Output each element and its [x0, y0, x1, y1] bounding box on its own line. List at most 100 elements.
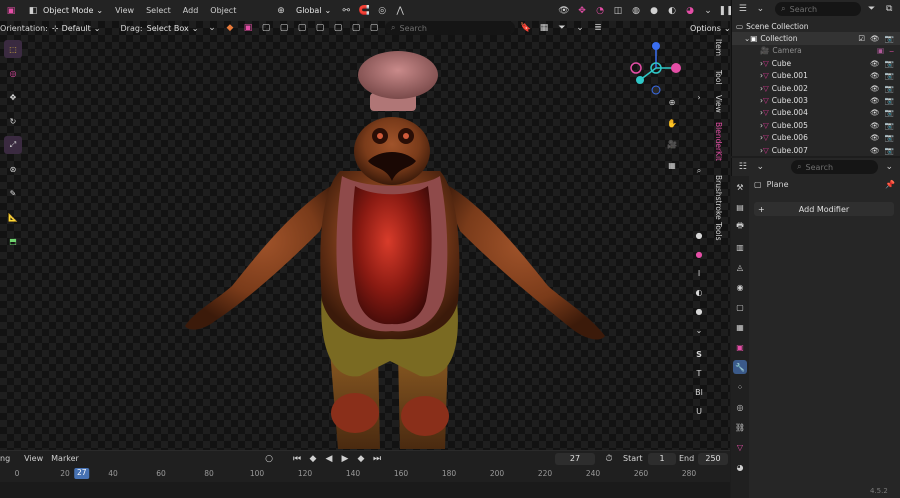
chevron-down-icon[interactable]: ⌄ — [701, 4, 715, 18]
addon-icon-6[interactable]: ▢ — [313, 21, 327, 35]
eye-icon[interactable]: 👁 — [870, 146, 880, 155]
side-label-bl[interactable]: Bl — [692, 385, 706, 399]
object-tab-icon[interactable]: ▣ — [733, 340, 747, 354]
addon-icon-4[interactable]: ▢ — [277, 21, 291, 35]
stopwatch-icon[interactable]: ⏱ — [602, 452, 616, 466]
side-label-t[interactable]: T — [692, 366, 706, 380]
addon-icon-1[interactable]: ◆ — [223, 21, 237, 35]
tab-brushstroke-tools[interactable]: Brushstroke Tools — [712, 172, 723, 244]
outliner-editor-icon[interactable]: ☰ — [736, 2, 750, 16]
addon-icon-2[interactable]: ▣ — [241, 21, 255, 35]
camera-render-icon[interactable]: 📷 — [885, 59, 894, 68]
current-frame-field[interactable]: 27 — [555, 452, 595, 465]
tab-item[interactable]: Item — [712, 36, 723, 59]
addon-icon-8[interactable]: ▢ — [349, 21, 363, 35]
constraints-tab-icon[interactable]: ⛓ — [733, 420, 747, 434]
camera-view-icon[interactable]: 🎥 — [664, 136, 680, 152]
move-tool-icon[interactable]: ✥ — [4, 88, 22, 106]
properties-editor-icon[interactable]: ☷ — [736, 160, 750, 174]
shading-rendered-icon[interactable]: ◕ — [683, 4, 697, 18]
eye-icon[interactable]: 👁 — [870, 59, 880, 68]
list-icon[interactable]: ≣ — [591, 21, 605, 35]
editor-type-icon[interactable]: ▣ — [4, 4, 18, 18]
shading-solid-icon[interactable]: ● — [647, 4, 661, 18]
jump-end-icon[interactable]: ⏭ — [370, 452, 384, 466]
shading-material-icon[interactable]: ◐ — [665, 4, 679, 18]
addon-icon-3[interactable]: ▢ — [259, 21, 273, 35]
outliner-item-cube-007[interactable]: › ▽ Cube.007 👁 📷 — [732, 144, 900, 156]
eye-icon[interactable]: 👁 — [870, 121, 880, 130]
tab-view[interactable]: View — [712, 92, 723, 116]
shading-wire-icon[interactable]: ◍ — [629, 4, 643, 18]
outliner-item-cube-001[interactable]: › ▽ Cube.001 👁 📷 — [732, 70, 900, 82]
eye-icon[interactable]: 👁 — [870, 34, 880, 43]
collapse-icon[interactable]: ⌄ — [692, 323, 706, 337]
texture-tab-icon[interactable]: ▦ — [733, 320, 747, 334]
end-field[interactable]: 250 — [698, 452, 728, 465]
snap-icon[interactable]: 🧲 — [357, 4, 371, 18]
modifier-tab-icon[interactable]: 🔧 — [733, 360, 747, 374]
new-collection-icon[interactable]: ⧉ — [882, 2, 896, 16]
eye-icon[interactable]: 👁 — [870, 84, 880, 93]
play-reverse-icon[interactable]: ◀ — [322, 452, 336, 466]
chevron-down-icon[interactable]: ⌄ — [754, 2, 768, 16]
pan-hand-icon[interactable]: ✋ — [664, 115, 680, 131]
collection-tab-icon[interactable]: ▢ — [733, 300, 747, 314]
frame-ruler[interactable]: 0 20 40 60 80 100 120 140 160 180 200 220 240 260 280 2… — [0, 467, 730, 481]
proportional-edit-icon[interactable]: ◎ — [375, 4, 389, 18]
pink-sphere-icon[interactable]: ● — [692, 247, 706, 261]
outliner-item-cube-002[interactable]: › ▽ Cube.002 👁 📷 — [732, 82, 900, 94]
outliner-item-cube[interactable]: › ▽ Cube 👁 📷 — [732, 57, 900, 69]
eye-icon[interactable]: 👁 — [870, 108, 880, 117]
eye-icon[interactable]: 👁 — [870, 133, 880, 142]
eye-icon[interactable]: 👁 — [870, 71, 880, 80]
chevron-down-icon[interactable]: ⌄ — [754, 160, 768, 174]
side-label-s[interactable]: S — [692, 347, 706, 361]
orientation-dropdown[interactable]: ⊹ Default ⌄ — [48, 21, 105, 35]
outliner-item-cube-004[interactable]: › ▽ Cube.004 👁 📷 — [732, 107, 900, 119]
magnify-icon[interactable]: ⌕ — [692, 164, 706, 178]
drag-dropdown[interactable]: Select Box ⌄ — [143, 21, 203, 35]
chevron-down-icon[interactable]: ⌄ — [205, 21, 219, 35]
mode-dropdown[interactable]: ◧ Object Mode ⌄ — [22, 4, 107, 18]
start-field[interactable]: 1 — [648, 452, 676, 465]
jump-start-icon[interactable]: ⏮ — [290, 452, 304, 466]
add-modifier-button[interactable]: + Add Modifier — [754, 202, 894, 216]
transform-orientation-icon[interactable]: ⊕ — [274, 4, 288, 18]
select-box-tool-icon[interactable]: ⬚ — [4, 40, 22, 58]
falloff-icon[interactable]: ⋀ — [393, 4, 407, 18]
3d-viewport[interactable] — [0, 21, 730, 450]
timeline-track[interactable] — [0, 482, 730, 498]
view-layer-tab-icon[interactable]: ▥ — [733, 240, 747, 254]
outliner-search[interactable]: ⌕ Search — [775, 2, 861, 16]
annotate-tool-icon[interactable]: ✎ — [4, 184, 22, 202]
properties-search[interactable]: ⌕ Search — [791, 160, 879, 174]
particles-tab-icon[interactable]: ⁘ — [733, 380, 747, 394]
material-tab-icon[interactable]: ◕ — [733, 460, 747, 474]
physics-tab-icon[interactable]: ◎ — [733, 400, 747, 414]
outliner-item-cube-005[interactable]: › ▽ Cube.005 👁 📷 — [732, 119, 900, 131]
outliner-item-camera[interactable]: 🎥 Camera ▣ ⌣ — [732, 45, 900, 57]
timeline-menu-playback[interactable]: ng — [0, 454, 14, 463]
menu-object[interactable]: Object — [206, 6, 240, 15]
outliner-item-cube-003[interactable]: › ▽ Cube.003 👁 📷 — [732, 94, 900, 106]
transform-tool-icon[interactable]: ⊛ — [4, 160, 22, 178]
menu-select[interactable]: Select — [142, 6, 175, 15]
checkbox-icon[interactable]: ☑ — [858, 34, 865, 43]
tab-tool[interactable]: Tool — [712, 67, 723, 88]
camera-render-icon[interactable]: 📷 — [885, 71, 894, 80]
bookmark-icon[interactable]: 🔖 — [519, 21, 533, 35]
camera-render-icon[interactable]: 📷 — [885, 146, 894, 155]
data-tab-icon[interactable]: ▽ — [733, 440, 747, 454]
world-tab-icon[interactable]: ◉ — [733, 280, 747, 294]
camera-render-icon[interactable]: 📷 — [885, 96, 894, 105]
menu-view[interactable]: View — [111, 6, 138, 15]
addon-icon-5[interactable]: ▢ — [295, 21, 309, 35]
overlay-icon[interactable]: ◔ — [593, 4, 607, 18]
expand-chevron-icon[interactable]: › — [692, 90, 706, 104]
timeline-menu-view[interactable]: View — [20, 454, 47, 463]
dot-icon[interactable]: ● — [692, 228, 706, 242]
output-tab-icon[interactable]: 🖶 — [733, 220, 747, 234]
scene-collection-row[interactable]: ▭ Scene Collection — [732, 20, 900, 32]
pivot-icon[interactable]: ⚯ — [339, 4, 353, 18]
